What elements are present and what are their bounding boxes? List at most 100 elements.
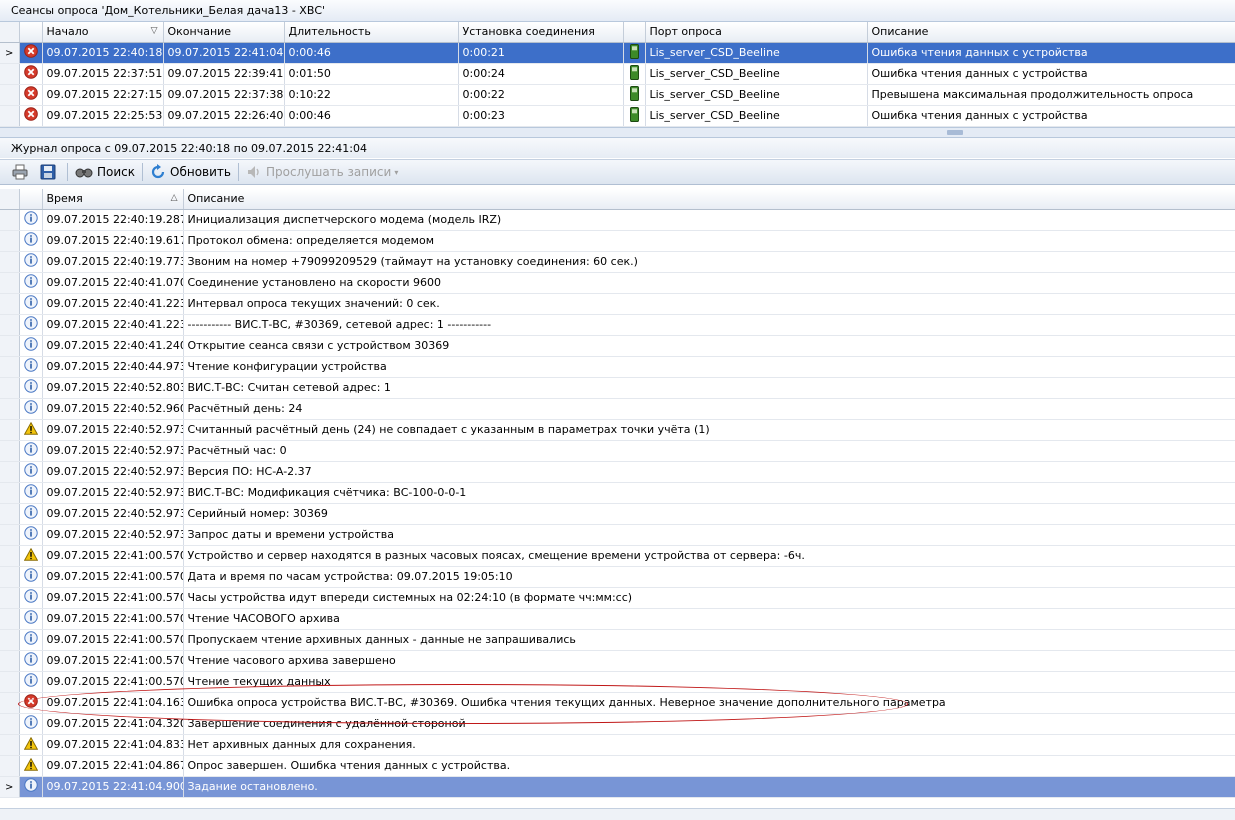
- journal-time: 09.07.2015 22:40:52.973: [42, 419, 184, 441]
- journal-row[interactable]: 09.07.2015 22:40:52.973 Версия ПО: HC-A-2…: [0, 461, 1235, 483]
- row-indicator[interactable]: [0, 692, 20, 714]
- splitter-grip[interactable]: [947, 130, 963, 135]
- journal-description: ВИС.Т-ВС: Модификация счётчика: ВС-100-0…: [183, 482, 1235, 504]
- row-indicator[interactable]: [0, 251, 20, 273]
- row-indicator[interactable]: [0, 587, 20, 609]
- journal-row[interactable]: 09.07.2015 22:41:00.570 Устройство и серв…: [0, 545, 1235, 567]
- row-indicator[interactable]: [0, 272, 20, 294]
- journal-row[interactable]: 09.07.2015 22:40:44.973 Чтение конфигурац…: [0, 356, 1235, 378]
- journal-row[interactable]: >09.07.2015 22:41:04.900 Задание остановл…: [0, 776, 1235, 798]
- header-time[interactable]: Время △: [42, 189, 184, 210]
- row-indicator[interactable]: >: [0, 42, 20, 64]
- row-indicator[interactable]: [0, 398, 20, 420]
- journal-row[interactable]: 09.07.2015 22:41:00.570 Чтение ЧАСОВОГО а…: [0, 608, 1235, 630]
- row-indicator[interactable]: [0, 440, 20, 462]
- header-port-icon[interactable]: [623, 22, 646, 43]
- header-port[interactable]: Порт опроса: [645, 22, 868, 43]
- journal-row[interactable]: 09.07.2015 22:40:19.617 Протокол обмена: …: [0, 230, 1235, 252]
- info-icon: [23, 631, 38, 645]
- search-button[interactable]: Поиск: [71, 161, 139, 183]
- header-end[interactable]: Окончание: [163, 22, 285, 43]
- row-indicator[interactable]: [0, 63, 20, 85]
- journal-row[interactable]: 09.07.2015 22:40:19.773 Звоним на номер +…: [0, 251, 1235, 273]
- row-indicator[interactable]: [0, 755, 20, 777]
- journal-time: 09.07.2015 22:40:52.803: [42, 377, 184, 399]
- row-indicator[interactable]: [0, 524, 20, 546]
- row-indicator[interactable]: [0, 84, 20, 106]
- journal-row[interactable]: 09.07.2015 22:40:41.223 Интервал опроса т…: [0, 293, 1235, 315]
- row-indicator[interactable]: [0, 105, 20, 127]
- journal-row[interactable]: 09.07.2015 22:41:04.320 Завершение соедин…: [0, 713, 1235, 735]
- session-end: 09.07.2015 22:41:04: [163, 42, 285, 64]
- journal-time: 09.07.2015 22:40:41.070: [42, 272, 184, 294]
- header-start[interactable]: Начало ▽: [42, 22, 164, 43]
- row-indicator[interactable]: [0, 482, 20, 504]
- journal-row[interactable]: 09.07.2015 22:40:41.070 Соединение устано…: [0, 272, 1235, 294]
- journal-row[interactable]: 09.07.2015 22:40:52.973 Расчётный час: 0: [0, 440, 1235, 462]
- row-indicator[interactable]: [0, 461, 20, 483]
- sessions-table: Начало ▽ Окончание Длительность Установка…: [0, 22, 1235, 127]
- row-indicator[interactable]: [0, 566, 20, 588]
- row-indicator[interactable]: [0, 356, 20, 378]
- journal-row[interactable]: 09.07.2015 22:40:41.240 Открытие сеанса с…: [0, 335, 1235, 357]
- journal-row[interactable]: 09.07.2015 22:40:52.973 Считанный расчётн…: [0, 419, 1235, 441]
- save-button[interactable]: [36, 161, 64, 183]
- journal-time: 09.07.2015 22:41:00.570: [42, 545, 184, 567]
- row-indicator[interactable]: [0, 671, 20, 693]
- journal-type: [19, 251, 43, 273]
- journal-row[interactable]: 09.07.2015 22:41:00.570 Часы устройства и…: [0, 587, 1235, 609]
- row-indicator[interactable]: [0, 314, 20, 336]
- journal-time: 09.07.2015 22:40:52.973: [42, 482, 184, 504]
- printer-icon: [12, 164, 28, 180]
- journal-row[interactable]: 09.07.2015 22:41:04.163 Ошибка опроса уст…: [0, 692, 1235, 714]
- session-row[interactable]: >09.07.2015 22:40:18 09.07.2015 22:41:04 0…: [0, 42, 1235, 64]
- session-row[interactable]: 09.07.2015 22:25:53 09.07.2015 22:26:40 0:…: [0, 105, 1235, 127]
- journal-row[interactable]: 09.07.2015 22:40:41.223 ----------- ВИС.Т…: [0, 314, 1235, 336]
- error-icon: [23, 65, 38, 79]
- row-indicator[interactable]: [0, 608, 20, 630]
- header-status[interactable]: [19, 22, 43, 43]
- header-description[interactable]: Описание: [867, 22, 1235, 43]
- header-type[interactable]: [19, 189, 43, 210]
- journal-row[interactable]: 09.07.2015 22:40:52.973 Запрос даты и вре…: [0, 524, 1235, 546]
- row-indicator[interactable]: [0, 545, 20, 567]
- session-row[interactable]: 09.07.2015 22:27:15 09.07.2015 22:37:38 0:…: [0, 84, 1235, 106]
- session-connect: 0:00:21: [458, 42, 624, 64]
- row-indicator[interactable]: [0, 335, 20, 357]
- row-indicator[interactable]: [0, 419, 20, 441]
- header-connect[interactable]: Установка соединения: [458, 22, 624, 43]
- session-status: [19, 84, 43, 106]
- journal-row[interactable]: 09.07.2015 22:40:52.803 ВИС.Т-ВС: Считан …: [0, 377, 1235, 399]
- journal-row[interactable]: 09.07.2015 22:40:52.973 ВИС.Т-ВС: Модифик…: [0, 482, 1235, 504]
- journal-row[interactable]: 09.07.2015 22:40:52.973 Серийный номер: 3…: [0, 503, 1235, 525]
- row-indicator[interactable]: [0, 209, 20, 231]
- row-indicator[interactable]: [0, 377, 20, 399]
- panel-splitter[interactable]: [0, 127, 1235, 138]
- header-duration[interactable]: Длительность: [284, 22, 459, 43]
- journal-row[interactable]: 09.07.2015 22:41:04.867 Опрос завершен. О…: [0, 755, 1235, 777]
- row-indicator[interactable]: [0, 503, 20, 525]
- info-icon: [23, 274, 38, 288]
- journal-row[interactable]: 09.07.2015 22:41:00.570 Чтение текущих да…: [0, 671, 1235, 693]
- print-button[interactable]: [8, 161, 36, 183]
- row-indicator[interactable]: [0, 650, 20, 672]
- row-indicator[interactable]: [0, 713, 20, 735]
- header-description[interactable]: Описание: [183, 189, 1235, 210]
- row-indicator[interactable]: [0, 293, 20, 315]
- refresh-button[interactable]: Обновить: [146, 161, 235, 183]
- session-row[interactable]: 09.07.2015 22:37:51 09.07.2015 22:39:41 0:…: [0, 63, 1235, 85]
- row-indicator[interactable]: [0, 629, 20, 651]
- session-description: Ошибка чтения данных с устройства: [867, 63, 1235, 85]
- row-indicator[interactable]: [0, 734, 20, 756]
- listen-records-button[interactable]: Прослушать записи ▾: [242, 161, 402, 183]
- journal-row[interactable]: 09.07.2015 22:40:52.960 Расчётный день: 2…: [0, 398, 1235, 420]
- journal-row[interactable]: 09.07.2015 22:41:00.570 Чтение часового а…: [0, 650, 1235, 672]
- toolbar-separator: [237, 163, 239, 181]
- row-indicator[interactable]: >: [0, 776, 20, 798]
- journal-row[interactable]: 09.07.2015 22:41:00.570 Дата и время по ч…: [0, 566, 1235, 588]
- journal-row[interactable]: 09.07.2015 22:41:00.570 Пропускаем чтение…: [0, 629, 1235, 651]
- journal-row[interactable]: 09.07.2015 22:40:19.287 Инициализация дис…: [0, 209, 1235, 231]
- row-indicator[interactable]: [0, 230, 20, 252]
- journal-row[interactable]: 09.07.2015 22:41:04.833 Нет архивных данн…: [0, 734, 1235, 756]
- session-start: 09.07.2015 22:40:18: [42, 42, 164, 64]
